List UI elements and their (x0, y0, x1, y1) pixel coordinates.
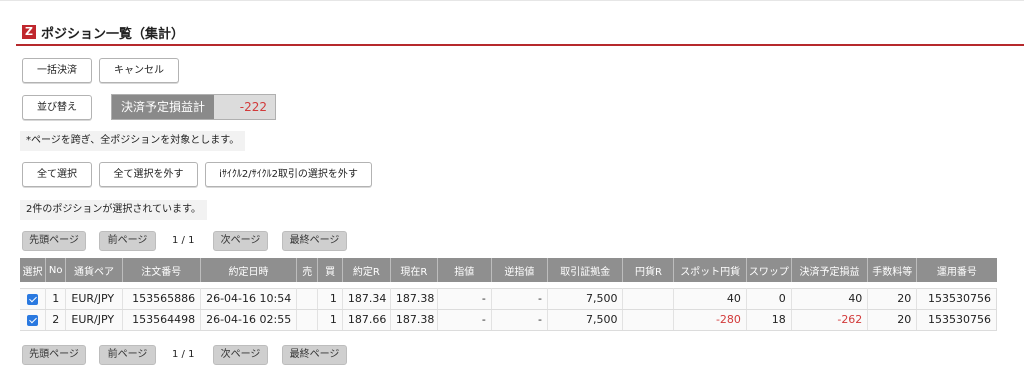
planned-pl-value: -222 (239, 100, 267, 114)
deselect-ifd-button[interactable]: iｻｲｸﾙ2/ｻｲｸﾙ2取引の選択を外す (205, 162, 372, 187)
pair-cell: EUR/JPY (65, 308, 123, 331)
row-select-cell[interactable] (20, 308, 46, 331)
op-no-cell: 153530756 (916, 287, 997, 310)
first-page-button-bottom[interactable]: 先頭ページ (22, 345, 86, 365)
sell-cell (296, 287, 319, 310)
spot-yen-cell: -280 (673, 308, 747, 331)
col-header: 約定R (342, 258, 391, 282)
current-rate-cell: 187.38 (390, 308, 438, 331)
planned-pl-cell: 40 (791, 287, 869, 310)
deselect-all-button[interactable]: 全て選択を外す (99, 162, 198, 187)
buy-cell: 1 (317, 287, 343, 310)
prev-page-button[interactable]: 前ページ (99, 231, 156, 251)
stop-cell: - (491, 287, 548, 310)
page-indicator-bottom: 1 / 1 (172, 349, 195, 360)
col-header: 約定日時 (200, 258, 297, 282)
col-header: 円貨R (622, 258, 675, 282)
table-row: 1 EUR/JPY 153565886 26-04-16 10:54 1 187… (20, 287, 997, 310)
row-checkbox[interactable] (27, 293, 38, 305)
no-cell: 1 (45, 287, 67, 310)
buy-cell: 1 (317, 308, 343, 331)
next-page-button[interactable]: 次ページ (213, 231, 268, 251)
datetime-cell: 26-04-16 10:54 (200, 287, 297, 310)
stop-cell: - (491, 308, 548, 331)
first-page-button[interactable]: 先頭ページ (22, 231, 86, 251)
yen-rate-cell (622, 308, 675, 331)
col-header: 逆指値 (491, 258, 548, 282)
limit-cell: - (437, 287, 492, 310)
col-header: 現在R (390, 258, 438, 282)
top-divider (0, 0, 1024, 1)
datetime-cell: 26-04-16 02:55 (200, 308, 297, 331)
margin-cell: 7,500 (547, 308, 624, 331)
sort-button[interactable]: 並び替え (22, 95, 92, 120)
select-all-button[interactable]: 全て選択 (22, 162, 92, 187)
col-header: 運用番号 (916, 258, 997, 282)
table-header-row: 選択 No 通貨ペア 注文番号 約定日時 売 買 約定R 現在R 指値 逆指値 … (20, 258, 997, 282)
row-checkbox[interactable] (27, 314, 38, 326)
fee-cell: 20 (867, 287, 918, 310)
swap-cell: 18 (746, 308, 792, 331)
bulk-settle-button[interactable]: 一括決済 (22, 58, 92, 83)
position-table: 選択 No 通貨ペア 注文番号 約定日時 売 買 約定R 現在R 指値 逆指値 … (20, 258, 997, 331)
col-header: 取引証拠金 (547, 258, 624, 282)
last-page-button[interactable]: 最終ページ (282, 231, 347, 251)
exec-rate-cell: 187.34 (342, 287, 391, 310)
col-header: No (45, 258, 67, 282)
planned-pl-summary: 決済予定損益計 -222 (111, 94, 276, 120)
next-page-button-bottom[interactable]: 次ページ (213, 345, 268, 365)
order-no-cell: 153565886 (122, 287, 202, 310)
col-header: 決済予定損益 (791, 258, 869, 282)
col-header: 買 (317, 258, 343, 282)
page-title-bar: Z ポジション一覧（集計） (22, 22, 184, 42)
table-row: 2 EUR/JPY 153564498 26-04-16 02:55 1 187… (20, 308, 997, 331)
col-header: 指値 (437, 258, 492, 282)
page-title: ポジション一覧（集計） (41, 26, 185, 42)
col-header: 注文番号 (122, 258, 202, 282)
sell-cell (296, 308, 319, 331)
cancel-button[interactable]: キャンセル (99, 58, 179, 83)
col-header: スワップ (746, 258, 792, 282)
prev-page-button-bottom[interactable]: 前ページ (99, 345, 156, 365)
planned-pl-label: 決済予定損益計 (112, 95, 214, 119)
brand-logo-icon: Z (22, 25, 36, 39)
col-header: 売 (296, 258, 319, 282)
exec-rate-cell: 187.66 (342, 308, 391, 331)
yen-rate-cell (622, 287, 675, 310)
selected-count-note: 2件のポジションが選択されています。 (20, 200, 208, 220)
order-no-cell: 153564498 (122, 308, 202, 331)
page-indicator: 1 / 1 (172, 235, 195, 246)
row-select-cell[interactable] (20, 287, 46, 310)
col-header: 選択 (20, 258, 46, 282)
title-underline (16, 44, 1024, 46)
op-no-cell: 153530756 (916, 308, 997, 331)
col-header: 手数料等 (867, 258, 918, 282)
col-header: スポット円貨 (673, 258, 747, 282)
no-cell: 2 (45, 308, 67, 331)
spot-yen-cell: 40 (673, 287, 747, 310)
fee-cell: 20 (867, 308, 918, 331)
last-page-button-bottom[interactable]: 最終ページ (282, 345, 347, 365)
col-header: 通貨ペア (65, 258, 123, 282)
pair-cell: EUR/JPY (65, 287, 123, 310)
margin-cell: 7,500 (547, 287, 624, 310)
current-rate-cell: 187.38 (390, 287, 438, 310)
planned-pl-cell: -262 (791, 308, 869, 331)
limit-cell: - (437, 308, 492, 331)
cross-page-note: *ページを跨ぎ、全ポジションを対象とします。 (20, 131, 246, 151)
swap-cell: 0 (746, 287, 792, 310)
